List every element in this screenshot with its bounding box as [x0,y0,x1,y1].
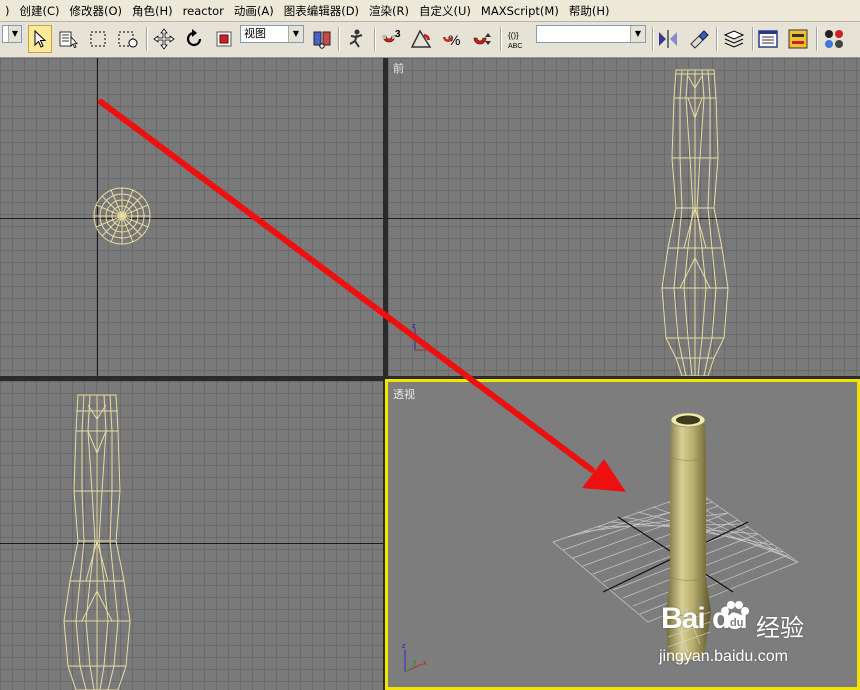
mirror-button[interactable] [656,25,680,53]
chevron-down-icon: ▼ [8,26,21,42]
menu-item[interactable]: reactor [178,0,229,21]
select-and-manipulate-button[interactable] [344,25,368,53]
viewport-front[interactable]: 前 z [388,58,860,376]
pivot-center-icon [313,31,331,49]
chevron-down-icon: ▼ [288,26,303,42]
menu-item[interactable]: ) [0,0,15,21]
spinner-snap-icon [473,33,491,45]
watermark-url: jingyan.baidu.com [659,648,788,665]
chevron-down-icon: ▼ [630,26,645,42]
menu-item[interactable]: 修改器(O) [65,0,128,21]
wireframe-object-left[interactable] [0,381,383,690]
curve-editor-button[interactable] [756,25,780,53]
axis-tripod-icon: z x y [402,643,427,673]
select-and-rotate-button[interactable] [182,25,206,53]
jingyan-brand-text: 经验 [756,614,804,642]
select-by-name-button[interactable] [56,25,80,53]
viewport-left[interactable] [0,381,383,690]
named-selection-icon: {()} ABC [508,31,522,50]
snap-dimension-label: 3 [395,29,401,40]
menu-item[interactable]: 动画(A) [229,0,279,21]
menu-item[interactable]: 帮助(H) [564,0,615,21]
align-icon [690,30,709,49]
select-by-name-icon [59,31,78,48]
move-icon [153,28,175,50]
svg-text:z: z [402,643,406,650]
axis-tripod-icon: z [412,323,435,351]
scale-icon [216,31,232,47]
svg-text:{()}: {()} [508,31,519,40]
material-editor-button[interactable] [822,25,846,53]
wireframe-object-top[interactable] [0,58,383,376]
viewport-top[interactable] [0,58,383,376]
spinner-snap-button[interactable] [470,25,494,53]
paw-icon: du [721,601,749,629]
layer-manager-button[interactable] [722,25,746,53]
select-and-scale-button[interactable] [212,25,236,53]
baidu-jingyan-watermark: Bai du du 经验 jingyan.baidu.com [655,594,855,672]
pivot-center-button[interactable] [310,25,334,53]
window-crossing-icon [118,31,138,48]
reference-coordinate-value: 视图 [244,27,266,40]
schematic-view-button[interactable] [786,25,810,53]
schematic-icon [788,29,808,49]
menu-bar: ) 创建(C) 修改器(O) 角色(H) reactor 动画(A) 图表编辑器(D) 渲染(… [0,0,860,22]
svg-text:y: y [413,659,417,666]
select-arrow-icon [34,30,47,48]
menu-item[interactable]: 自定义(U) [414,0,476,21]
svg-text:x: x [423,660,427,667]
percent-snap-button[interactable]: % [440,25,464,53]
percent-snap-icon: % [443,32,460,48]
angle-snap-button[interactable] [410,25,434,53]
rect-selection-icon [90,31,106,47]
rectangular-selection-button[interactable] [86,25,110,53]
snap-magnet-icon: 3 [382,29,401,43]
angle-snap-icon [410,29,432,48]
reference-coordinate-dropdown[interactable]: 视图 ▼ [240,25,304,43]
menu-item[interactable]: 图表编辑器(D) [279,0,364,21]
menu-item[interactable]: 创建(C) [15,0,65,21]
align-button[interactable] [686,25,710,53]
manipulate-icon [349,29,363,48]
track-view-icon [758,30,778,48]
wireframe-object-front[interactable] [388,58,860,376]
select-object-button[interactable] [28,25,52,53]
material-spheres-icon [825,30,843,48]
menu-item[interactable]: 角色(H) [127,0,178,21]
snaps-toggle-button[interactable]: 3 [380,25,404,53]
rotate-icon [186,29,202,47]
selection-filter-dropdown[interactable]: ▼ [2,25,22,43]
mirror-icon [659,30,677,48]
layers-icon [723,30,745,48]
menu-item[interactable]: 渲染(R) [364,0,414,21]
svg-text:z: z [412,323,416,330]
named-selection-set-field[interactable]: ▼ [536,25,646,43]
svg-text:ABC: ABC [508,43,522,50]
edit-named-selection-button[interactable]: {()} ABC [506,25,530,53]
select-and-move-button[interactable] [152,25,176,53]
window-crossing-button[interactable] [116,25,140,53]
menu-item[interactable]: MAXScript(M) [476,0,564,21]
main-toolbar: ▼ 视图 ▼ 3 % {()} ABC ▼ [0,22,860,58]
svg-text:du: du [730,617,743,629]
